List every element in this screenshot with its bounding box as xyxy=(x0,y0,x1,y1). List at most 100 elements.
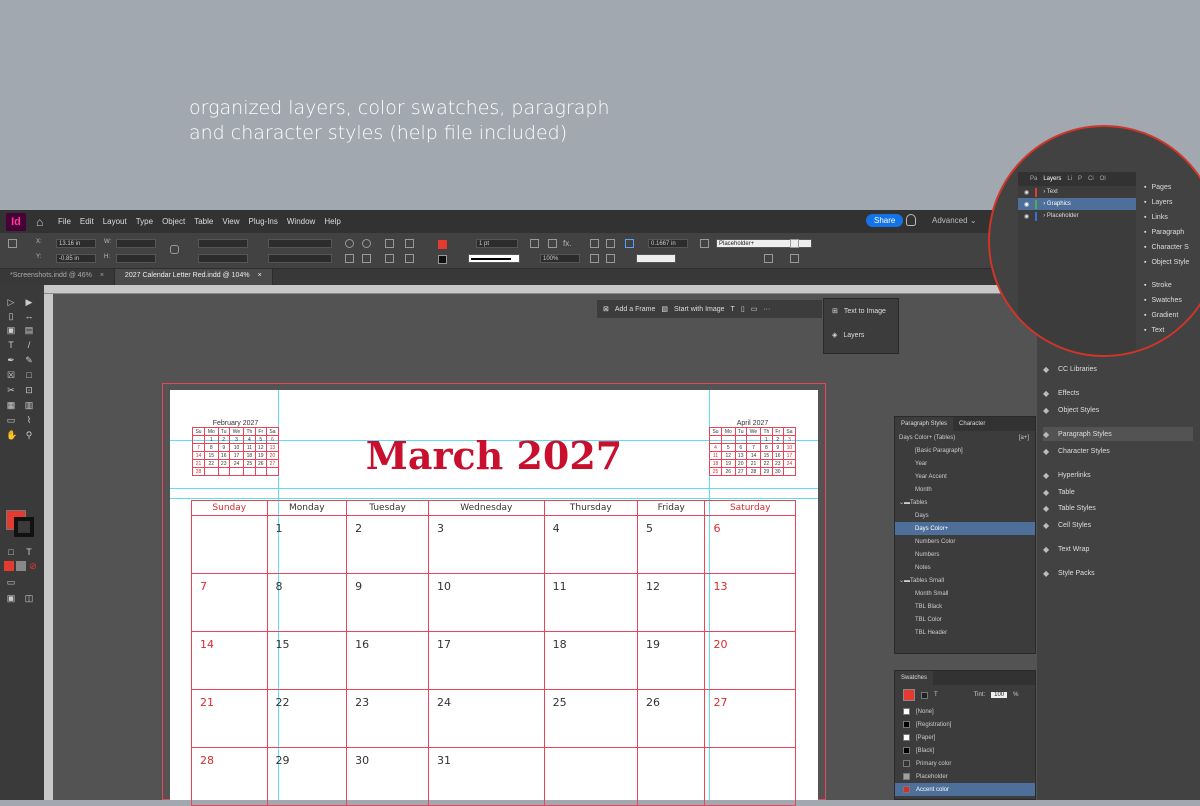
style-item[interactable]: TBL Black xyxy=(895,600,1035,613)
vertical-ruler[interactable] xyxy=(44,294,53,800)
magnified-dock-item[interactable]: ▪ Text xyxy=(1144,327,1164,334)
type-tool-icon[interactable]: T xyxy=(6,340,16,350)
fill-swatch[interactable] xyxy=(438,240,447,249)
start-with-image-button[interactable]: Start with Image xyxy=(674,306,725,313)
select-content-icon[interactable] xyxy=(405,239,414,248)
day-cell[interactable]: 7 xyxy=(191,573,268,632)
text-to-image-button[interactable]: ⊞ Text to Image xyxy=(824,299,898,323)
day-cell[interactable]: 19 xyxy=(636,631,706,690)
tab-layers[interactable]: Layers xyxy=(1043,176,1061,182)
rotate-icon[interactable] xyxy=(345,239,354,248)
tab-links[interactable]: Li xyxy=(1067,176,1072,182)
eye-icon[interactable]: ◉ xyxy=(1024,189,1029,196)
scale-y-field[interactable] xyxy=(198,254,248,263)
hand-tool-icon[interactable]: ✋ xyxy=(6,430,17,440)
direct-selection-tool-icon[interactable]: ▶ xyxy=(24,297,34,307)
scissors-tool-icon[interactable]: ✂ xyxy=(6,385,16,395)
magnified-dock-item[interactable]: ▪ Paragraph xyxy=(1144,229,1184,236)
day-cell[interactable]: 12 xyxy=(636,573,706,632)
rotate-ccw-icon[interactable] xyxy=(362,239,371,248)
select-container-icon[interactable] xyxy=(385,239,394,248)
flip-horizontal-icon[interactable] xyxy=(345,254,354,263)
tab-object-styles[interactable]: Ol xyxy=(1100,176,1106,182)
magnified-dock-item[interactable]: ▪ Character S xyxy=(1144,244,1189,251)
formatting-text-icon[interactable]: T xyxy=(24,547,34,557)
style-item[interactable]: Numbers xyxy=(895,548,1035,561)
menu-layout[interactable]: Layout xyxy=(103,217,127,226)
day-cell[interactable] xyxy=(543,747,638,806)
normal-mode-icon[interactable]: ▣ xyxy=(6,593,16,603)
style-item[interactable]: Month Small xyxy=(895,587,1035,600)
day-cell[interactable]: 3 xyxy=(428,515,545,574)
style-item[interactable]: TBL Header xyxy=(895,626,1035,639)
style-item[interactable]: Numbers Color xyxy=(895,535,1035,548)
swatch-item[interactable]: [Registration] xyxy=(895,718,1035,731)
menu-window[interactable]: Window xyxy=(287,217,315,226)
day-cell[interactable]: 17 xyxy=(428,631,545,690)
rectangle-frame-tool-icon[interactable]: ☒ xyxy=(6,370,16,380)
magnified-dock-item[interactable]: ▪ Pages xyxy=(1144,184,1171,191)
frame-fitting-icon[interactable]: ▯ xyxy=(741,305,745,313)
fx-icon[interactable]: fx. xyxy=(563,239,571,248)
home-icon[interactable]: ⌂ xyxy=(36,215,52,229)
text-format-icon[interactable]: T xyxy=(934,692,938,698)
object-style-icon[interactable] xyxy=(700,239,709,248)
swatch-item[interactable]: Placeholder xyxy=(895,770,1035,783)
day-cell[interactable]: 31 xyxy=(428,747,545,806)
day-cell[interactable]: 9 xyxy=(346,573,429,632)
tab-paragraph-styles[interactable]: Paragraph Styles xyxy=(895,417,954,431)
style-item[interactable]: Days Color+ xyxy=(895,522,1035,535)
eye-icon[interactable]: ◉ xyxy=(1024,213,1029,220)
free-transform-tool-icon[interactable]: ⊡ xyxy=(24,385,34,395)
auto-fit-box[interactable] xyxy=(636,254,676,263)
scale-x-field[interactable] xyxy=(198,239,248,248)
close-icon[interactable]: × xyxy=(100,272,104,282)
select-next-icon[interactable] xyxy=(405,254,414,263)
menu-object[interactable]: Object xyxy=(162,217,185,226)
type-on-path-icon[interactable]: / xyxy=(24,340,34,350)
more-icon[interactable]: ··· xyxy=(763,306,770,313)
style-item[interactable]: Notes xyxy=(895,561,1035,574)
dock-item[interactable]: ◆ CC Libraries xyxy=(1043,362,1193,376)
gradient-tool-icon[interactable]: ▦ xyxy=(6,400,16,410)
dock-item[interactable]: ◆ Table xyxy=(1043,485,1193,499)
dock-item[interactable]: ◆ Text Wrap xyxy=(1043,542,1193,556)
day-cell[interactable]: 30 xyxy=(346,747,429,806)
layer-row[interactable]: ◉ › Graphics xyxy=(1018,198,1136,210)
menu-type[interactable]: Type xyxy=(136,217,153,226)
new-style-icon[interactable]: [a+] xyxy=(1019,435,1029,441)
style-item[interactable]: Month xyxy=(895,483,1035,496)
day-cell[interactable]: 22 xyxy=(266,689,348,748)
share-button[interactable]: Share xyxy=(866,214,904,227)
month-calendar-table[interactable]: Sunday Monday Tuesday Wednesday Thursday Frid… xyxy=(191,500,796,806)
day-cell[interactable]: 23 xyxy=(346,689,429,748)
day-cell[interactable]: 1 xyxy=(266,515,348,574)
day-cell[interactable]: 11 xyxy=(543,573,638,632)
horizontal-ruler[interactable] xyxy=(44,285,1040,294)
lightbulb-icon[interactable] xyxy=(906,214,916,226)
dock-item[interactable]: ◆ Table Styles xyxy=(1043,501,1193,515)
panel-menu-icon[interactable] xyxy=(790,239,799,248)
day-cell[interactable]: 25 xyxy=(543,689,638,748)
layer-row[interactable]: ◉ › Placeholder xyxy=(1018,210,1136,222)
day-cell[interactable]: 5 xyxy=(636,515,706,574)
fill-proxy-icon[interactable] xyxy=(903,689,915,701)
apply-none-icon[interactable]: ⊘ xyxy=(28,561,38,571)
magnified-dock-item[interactable]: ▪ Links xyxy=(1144,214,1168,221)
clear-overrides-icon[interactable] xyxy=(764,254,773,263)
rectangle-tool-icon[interactable]: □ xyxy=(24,370,34,380)
close-icon[interactable]: × xyxy=(258,272,262,282)
shear-field[interactable] xyxy=(268,254,332,263)
day-cell[interactable]: 8 xyxy=(266,573,348,632)
month-title[interactable]: March 2027 xyxy=(170,433,818,478)
menu-file[interactable]: File xyxy=(58,217,71,226)
swatch-item[interactable]: Accent color xyxy=(895,783,1035,796)
day-cell[interactable]: 26 xyxy=(636,689,706,748)
document-page[interactable]: February 2027 Su Mo Tu We Th Fr Sa 1 2 3 4 5 6 7 8 9 10 1… xyxy=(170,390,818,806)
day-cell[interactable]: 10 xyxy=(428,573,545,632)
dock-item[interactable]: ◆ Paragraph Styles xyxy=(1043,427,1193,441)
tab-calendar[interactable]: 2027 Calendar Letter Red.indd @ 104% × xyxy=(114,269,273,285)
dock-item[interactable]: ◆ Cell Styles xyxy=(1043,518,1193,532)
swatches-tab[interactable]: Swatches xyxy=(895,671,934,685)
h-field[interactable] xyxy=(116,254,156,263)
